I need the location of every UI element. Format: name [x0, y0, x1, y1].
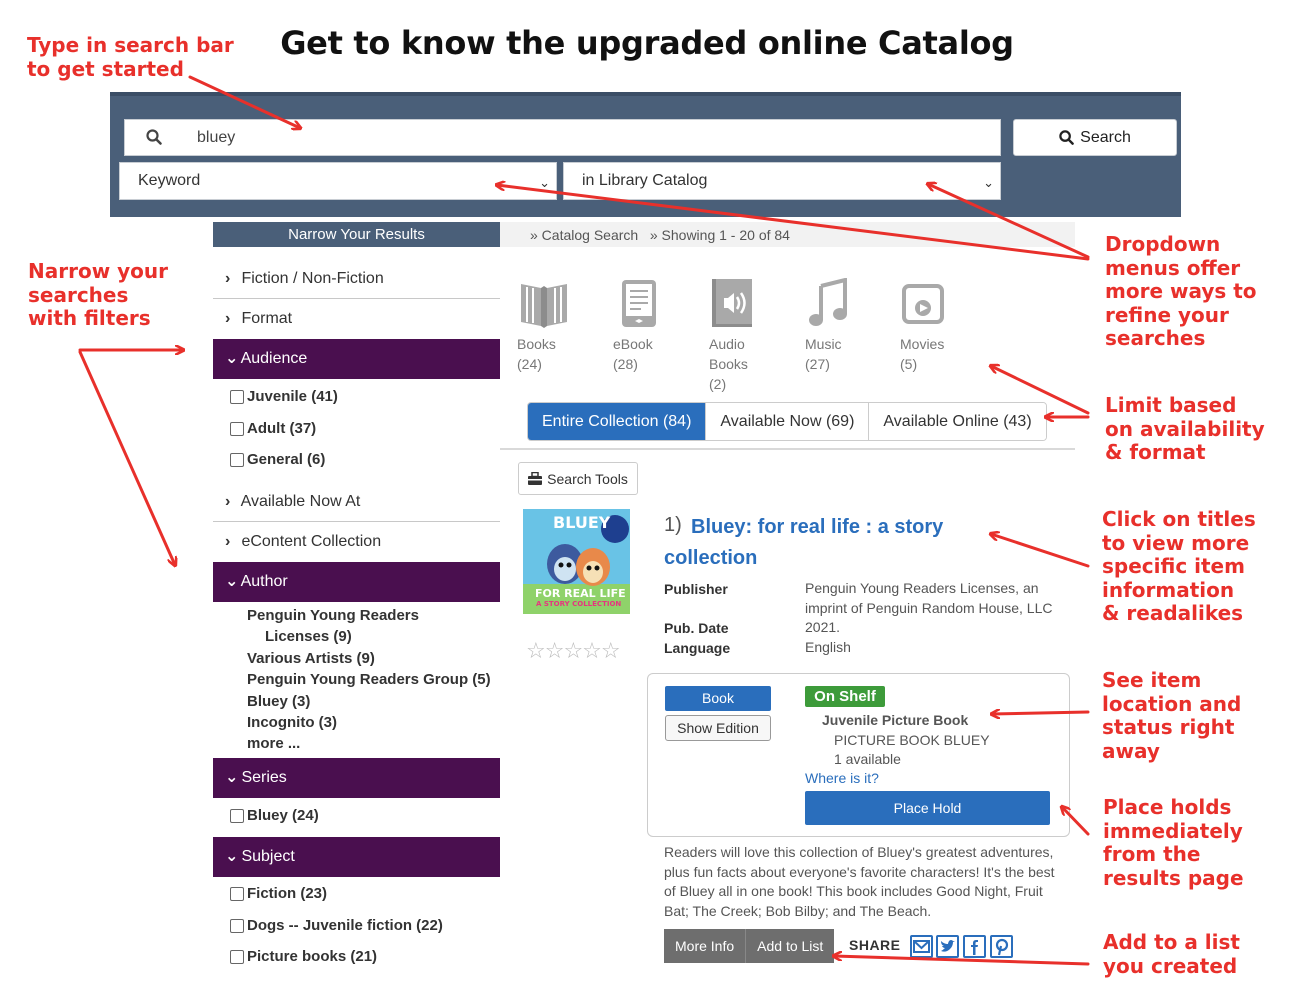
arrow-to-search [188, 75, 300, 128]
arrow-to-scope-select [928, 184, 1090, 259]
arrow-to-title [991, 534, 1090, 568]
annotation-arrows [78, 75, 1090, 966]
arrow-to-add-to-list [834, 956, 1090, 966]
arrow-to-type-select [497, 185, 1090, 261]
arrow-to-status [992, 712, 1090, 714]
arrow-to-facets-lower [78, 350, 175, 565]
arrow-to-formats [991, 366, 1090, 415]
arrow-to-place-hold [1062, 807, 1090, 836]
